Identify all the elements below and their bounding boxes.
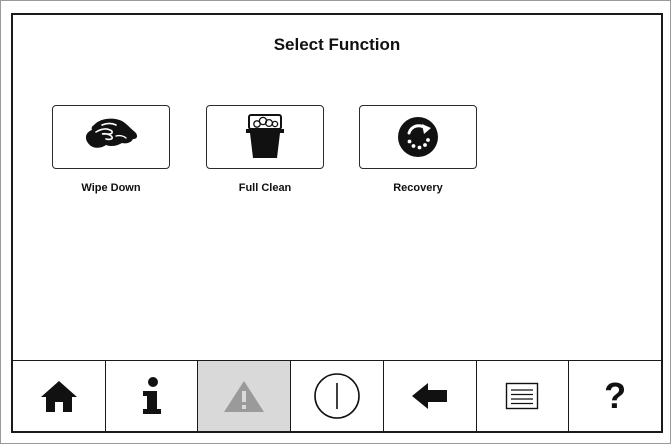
full-clean-function: Full Clean [200,105,330,194]
page-title: Select Function [273,35,401,54]
menu-list-button[interactable] [477,361,570,431]
recovery-label: Recovery [393,182,443,194]
home-button[interactable] [13,361,106,431]
wipe-down-button[interactable] [52,105,170,169]
full-clean-label: Full Clean [238,182,292,194]
full-clean-button[interactable] [206,105,324,169]
info-button[interactable] [106,361,199,431]
wipe-down-function: Wipe Down [46,105,176,194]
warning-button[interactable] [198,361,292,431]
recovery-function: Recovery [353,105,483,194]
power-button[interactable] [291,361,384,431]
wipe-down-label: Wipe Down [81,182,141,194]
back-arrow-icon [411,383,447,409]
screen-frame: Select Function Wipe Down Full Clean Rec… [0,0,671,444]
info-icon [142,377,161,414]
recovery-icon [398,117,438,157]
wipe-down-icon [85,118,138,148]
menu-list-icon [506,382,539,410]
select-function-screen: Select Function Wipe Down Full Clean Rec… [11,13,663,433]
home-icon [40,381,77,412]
full-clean-bucket-icon [246,114,284,158]
recovery-button[interactable] [359,105,477,169]
power-icon [314,373,360,419]
bottom-nav-bar: ? [13,360,661,431]
help-button[interactable]: ? [569,361,661,431]
back-button[interactable] [384,361,477,431]
help-icon: ? [604,375,627,416]
warning-icon [224,381,265,412]
